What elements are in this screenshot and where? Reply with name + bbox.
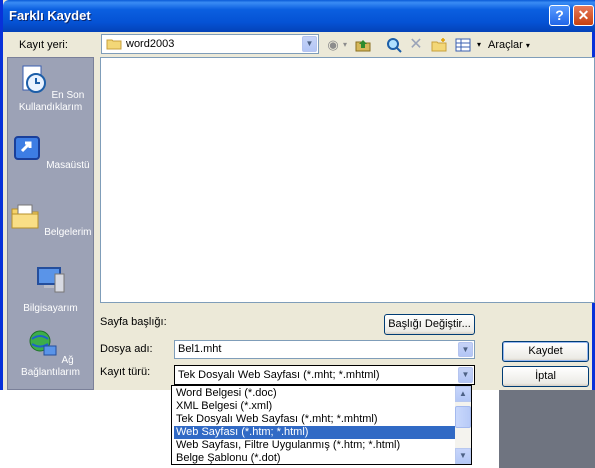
up-folder-icon[interactable]: [355, 37, 371, 53]
file-list[interactable]: [100, 57, 595, 303]
save-as-dialog: Farklı Kaydet ? ✕ Kayıt yeri: word2003 ▼…: [0, 0, 595, 390]
file-type-value: Tek Dosyalı Web Sayfası (*.mht; *.mhtml): [178, 369, 380, 381]
place-label: Masaüstü: [46, 160, 90, 171]
network-icon: [29, 330, 57, 356]
file-type-select[interactable]: Tek Dosyalı Web Sayfası (*.mht; *.mhtml)…: [174, 365, 475, 385]
place-network[interactable]: Ağ Bağlantılarım: [8, 328, 93, 379]
title-bar[interactable]: Farklı Kaydet ? ✕: [3, 0, 595, 32]
help-button[interactable]: ?: [549, 5, 570, 26]
back-dropdown-icon[interactable]: ▾: [341, 37, 349, 53]
scroll-down-icon[interactable]: ▼: [455, 448, 471, 464]
file-type-dropdown-list[interactable]: Word Belgesi (*.doc) XML Belgesi (*.xml)…: [171, 385, 472, 465]
scroll-thumb[interactable]: [455, 406, 471, 428]
place-my-computer[interactable]: Bilgisayarım: [8, 264, 93, 315]
file-name-value: Bel1.mht: [178, 343, 222, 355]
my-computer-icon: [36, 267, 64, 293]
new-folder-icon[interactable]: [431, 37, 447, 53]
place-desktop[interactable]: Masaüstü: [8, 133, 93, 172]
chevron-down-icon[interactable]: ▼: [458, 367, 473, 383]
list-item[interactable]: Web Sayfası, Filtre Uygulanmış (*.htm; *…: [174, 439, 458, 452]
file-name-input[interactable]: Bel1.mht ▼: [174, 340, 475, 359]
desktop-icon: [14, 136, 41, 160]
save-in-label: Kayıt yeri:: [19, 39, 68, 51]
views-icon[interactable]: [455, 37, 471, 53]
file-type-label: Kayıt türü:: [100, 366, 151, 378]
save-button[interactable]: Kaydet: [502, 341, 589, 362]
folder-icon: [106, 39, 122, 50]
views-dropdown-icon[interactable]: ▾: [475, 37, 483, 53]
dialog-title: Farklı Kaydet: [9, 8, 91, 23]
back-icon[interactable]: ◉: [325, 37, 341, 53]
my-documents-icon: [11, 204, 39, 229]
change-title-button[interactable]: Başlığı Değiştir...: [384, 314, 475, 335]
list-item[interactable]: XML Belgesi (*.xml): [174, 400, 458, 413]
cancel-button[interactable]: İptal: [502, 366, 589, 387]
place-my-documents[interactable]: Belgelerim: [8, 200, 93, 239]
search-web-icon[interactable]: [386, 37, 402, 53]
page-title-label: Sayfa başlığı:: [100, 316, 167, 328]
place-recent[interactable]: En Son Kullandıklarım: [8, 63, 93, 114]
file-name-label: Dosya adı:: [100, 343, 153, 355]
tools-menu[interactable]: Araçlar ▾: [488, 37, 538, 53]
place-label: Belgelerim: [44, 227, 92, 238]
chevron-down-icon[interactable]: ▼: [458, 342, 473, 357]
list-item-selected[interactable]: Web Sayfası (*.htm; *.html): [174, 426, 458, 439]
close-button[interactable]: ✕: [573, 5, 594, 26]
chevron-down-icon: ▾: [525, 41, 530, 50]
chevron-down-icon[interactable]: ▼: [302, 36, 317, 52]
scroll-up-icon[interactable]: ▲: [455, 386, 471, 402]
list-item[interactable]: Word Belgesi (*.doc): [174, 387, 458, 400]
background-window: [499, 390, 595, 468]
save-in-combo[interactable]: word2003 ▼: [101, 34, 319, 54]
place-label: Bilgisayarım: [23, 303, 78, 314]
recent-icon: [22, 65, 46, 93]
list-item[interactable]: Belge Şablonu (*.dot): [174, 452, 458, 464]
places-bar: En Son Kullandıklarım Masaüstü Belgeleri…: [7, 57, 94, 390]
delete-icon[interactable]: ✕: [408, 37, 424, 53]
tools-menu-label: Araçlar: [488, 39, 523, 51]
save-in-value: word2003: [126, 38, 175, 50]
scrollbar[interactable]: ▲ ▼: [455, 386, 471, 464]
list-item[interactable]: Tek Dosyalı Web Sayfası (*.mht; *.mhtml): [174, 413, 458, 426]
